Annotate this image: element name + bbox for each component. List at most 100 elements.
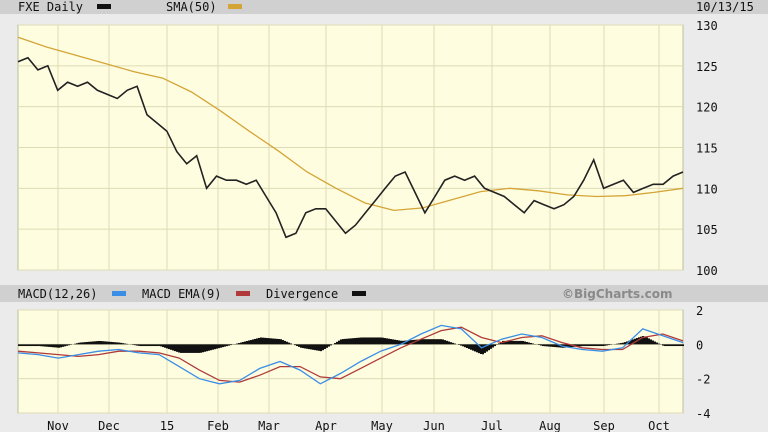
divergence-bar: [586, 344, 588, 347]
divergence-bar: [26, 344, 28, 347]
divergence-bar: [432, 339, 434, 345]
divergence-bar: [338, 340, 340, 345]
divergence-bar: [220, 344, 222, 348]
divergence-bar: [350, 338, 352, 345]
divergence-bar: [530, 342, 532, 345]
y-tick-label: 120: [696, 101, 718, 115]
divergence-bar: [250, 339, 252, 345]
divergence-bar: [346, 338, 348, 345]
divergence-bar: [190, 344, 192, 353]
divergence-bar: [108, 341, 110, 345]
divergence-bar: [36, 344, 38, 347]
divergence-bar: [468, 344, 470, 349]
divergence-bar: [522, 340, 524, 345]
divergence-bar: [582, 344, 584, 347]
x-tick-label: Apr: [315, 419, 337, 432]
divergence-bar: [216, 344, 218, 349]
x-tick-label: Dec: [98, 419, 120, 432]
divergence-bar: [64, 344, 66, 347]
divergence-bar: [670, 344, 672, 347]
divergence-bar: [306, 344, 308, 349]
divergence-bar: [520, 340, 522, 345]
divergence-bar: [374, 337, 376, 345]
divergence-bar: [142, 344, 144, 347]
y-tick-label: -2: [696, 373, 710, 387]
divergence-bar: [324, 344, 326, 349]
divergence-bar: [208, 344, 210, 351]
divergence-bar: [154, 344, 156, 347]
divergence-bar: [176, 344, 178, 352]
divergence-bar: [652, 340, 654, 345]
divergence-bar: [320, 344, 322, 352]
divergence-bar: [538, 344, 540, 346]
divergence-bar: [162, 344, 164, 348]
divergence-bar: [198, 344, 200, 353]
divergence-bar: [380, 337, 382, 345]
divergence-bar: [84, 342, 86, 345]
divergence-bar: [608, 344, 610, 346]
divergence-bar: [276, 338, 278, 345]
divergence-bar: [360, 337, 362, 345]
divergence-bar: [222, 344, 224, 348]
divergence-bar: [436, 339, 438, 345]
divergence-bar: [90, 341, 92, 345]
divergence-bar: [40, 344, 42, 347]
divergence-bar: [290, 343, 292, 345]
divergence-bar: [308, 344, 310, 350]
divergence-bar: [114, 342, 116, 345]
divergence-bar: [44, 344, 46, 347]
divergence-bar: [100, 341, 102, 345]
divergence-bar: [206, 344, 208, 352]
divergence-bar: [334, 343, 336, 345]
divergence-bar: [362, 337, 364, 345]
divergence-bar: [252, 339, 254, 345]
divergence-bar: [606, 344, 608, 346]
divergence-bar: [62, 344, 64, 347]
divergence-bar: [422, 339, 424, 345]
divergence-bar: [230, 344, 232, 346]
x-tick-label: Sep: [593, 419, 615, 432]
divergence-bar: [528, 342, 530, 345]
divergence-bar: [596, 344, 598, 347]
divergence-bar: [382, 337, 384, 345]
divergence-bar: [592, 344, 594, 347]
y-tick-label: 130: [696, 19, 718, 33]
divergence-bar: [666, 344, 668, 347]
divergence-bar: [22, 344, 24, 347]
divergence-bar: [348, 338, 350, 345]
divergence-bar: [524, 341, 526, 345]
divergence-bar: [116, 342, 118, 345]
divergence-bar: [364, 337, 366, 345]
divergence-bar: [514, 340, 516, 345]
divergence-bar: [132, 344, 134, 345]
divergence-bar: [136, 344, 138, 346]
divergence-bar: [288, 342, 290, 345]
divergence-bar: [268, 338, 270, 345]
divergence-bar: [110, 341, 112, 345]
y-tick-label: 0: [696, 338, 703, 352]
divergence-bar: [526, 341, 528, 345]
divergence-bar: [672, 344, 674, 347]
divergence-bar: [336, 341, 338, 345]
divergence-bar: [550, 344, 552, 347]
divergence-bar: [396, 340, 398, 345]
divergence-bar: [654, 341, 656, 345]
divergence-bar: [212, 344, 214, 350]
divergence-bar: [280, 339, 282, 345]
divergence-bar: [464, 344, 466, 348]
divergence-bar: [682, 344, 684, 347]
header-bar: [0, 0, 768, 14]
divergence-bar: [112, 342, 114, 345]
divergence-bar: [34, 344, 36, 347]
divergence-bar: [284, 340, 286, 345]
divergence-bar: [274, 338, 276, 345]
divergence-bar: [616, 343, 618, 345]
divergence-bar: [444, 340, 446, 345]
macd-legend-swatch: [112, 291, 126, 296]
divergence-bar: [38, 344, 40, 347]
divergence-bar: [518, 340, 520, 345]
divergence-bar: [104, 341, 106, 345]
divergence-bar: [358, 337, 360, 345]
divergence-bar: [580, 344, 582, 347]
divergence-bar: [378, 337, 380, 345]
